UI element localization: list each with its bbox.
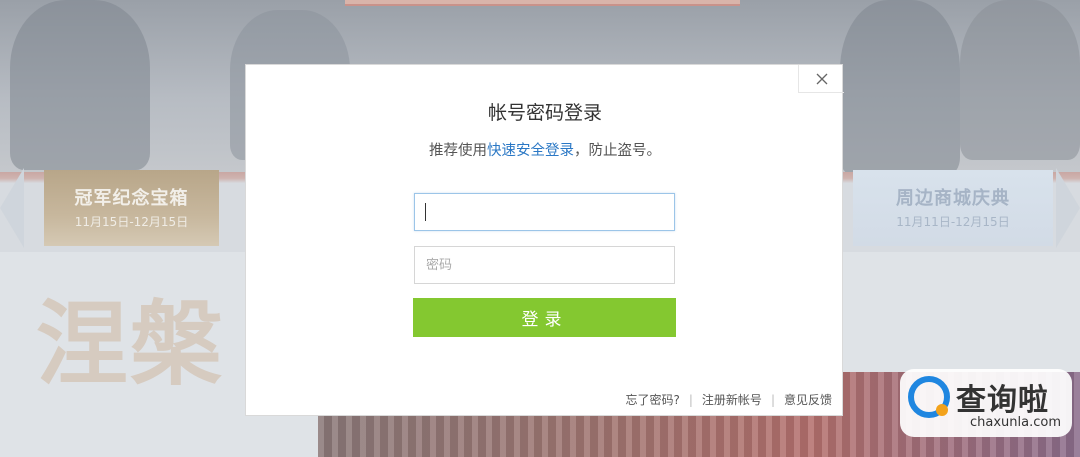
footer-separator: |: [688, 392, 693, 407]
close-button[interactable]: [798, 65, 844, 93]
dialog-subtitle: 推荐使用快速安全登录，防止盗号。: [246, 139, 844, 160]
site-watermark: 查询啦 chaxunla.com: [900, 369, 1072, 437]
login-button[interactable]: 登录: [413, 298, 676, 337]
quick-login-link[interactable]: 快速安全登录: [487, 143, 574, 159]
carousel-next-arrow[interactable]: [1056, 168, 1080, 248]
nirvana-heading: 涅槃: [36, 290, 225, 398]
promo-date: 11月15日-12月15日: [74, 215, 189, 229]
watermark-brand-en: chaxunla.com: [970, 415, 1061, 430]
promo-title: 周边商城庆典: [896, 188, 1010, 209]
password-input[interactable]: [414, 246, 675, 284]
account-input[interactable]: [414, 193, 675, 231]
photo-figure: [960, 0, 1080, 160]
promo-card-champion-box[interactable]: 冠军纪念宝箱 11月15日-12月15日: [44, 170, 219, 246]
footer-separator: |: [770, 392, 775, 407]
magnifier-logo-icon: [908, 376, 950, 418]
watermark-brand-cn: 查询啦: [956, 383, 1049, 418]
photo-figure: [840, 0, 960, 175]
promo-title: 冠军纪念宝箱: [74, 188, 189, 209]
forgot-password-link[interactable]: 忘了密码?: [626, 391, 680, 408]
promo-date: 11月11日-12月15日: [896, 215, 1010, 229]
dialog-footer-links: 忘了密码? | 注册新帐号 | 意见反馈: [626, 391, 833, 408]
dialog-title: 帐号密码登录: [487, 102, 602, 124]
login-dialog: 帐号密码登录 推荐使用快速安全登录，防止盗号。 登录 忘了密码? | 注册新帐号…: [245, 64, 844, 416]
register-link[interactable]: 注册新帐号: [702, 391, 762, 408]
subtitle-suffix: ，防止盗号。: [574, 143, 661, 159]
feedback-link[interactable]: 意见反馈: [784, 391, 832, 408]
carousel-prev-arrow[interactable]: [0, 168, 24, 248]
top-banner: [345, 0, 740, 6]
close-icon: [816, 73, 827, 84]
subtitle-prefix: 推荐使用: [429, 143, 487, 159]
text-caret: [425, 203, 426, 221]
promo-card-mall-celebration[interactable]: 周边商城庆典 11月11日-12月15日: [853, 170, 1053, 246]
photo-figure: [10, 0, 150, 170]
